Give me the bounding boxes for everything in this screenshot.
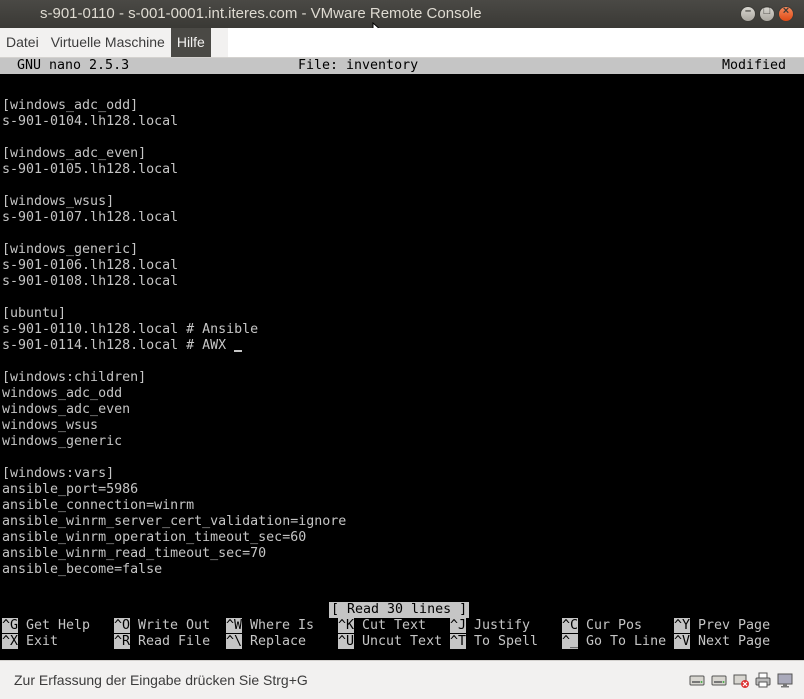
shortcut-label: To Spell <box>466 634 539 649</box>
printer-icon[interactable] <box>754 671 772 689</box>
shortcut-key: ^C <box>562 618 579 633</box>
editor-line: [windows_generic] <box>2 242 139 257</box>
shortcut-next-page: ^V Next Page <box>674 634 770 650</box>
editor-line: [windows:vars] <box>2 466 115 481</box>
shortcut-label: Cut Text <box>354 618 427 633</box>
editor-line: ansible_winrm_read_timeout_sec=70 <box>2 546 267 561</box>
shortcut-key: ^J <box>450 618 467 633</box>
editor-line: s-901-0114.lh128.local # AWX <box>2 338 243 354</box>
hard-disk-icon[interactable] <box>688 671 706 689</box>
device-icons <box>688 671 794 689</box>
shortcut-read-file: ^R Read File <box>114 634 210 650</box>
close-button[interactable]: × <box>778 5 794 22</box>
editor-line: s-901-0107.lh128.local <box>2 210 179 225</box>
shortcut-cur-pos: ^C Cur Pos <box>562 618 642 634</box>
shortcut-label: Uncut Text <box>354 634 443 649</box>
editor-line: ansible_winrm_operation_timeout_sec=60 <box>2 530 307 545</box>
editor-line: ansible_port=5986 <box>2 482 139 497</box>
text-cursor <box>234 350 243 352</box>
editor-line: s-901-0106.lh128.local <box>2 258 179 273</box>
shortcut-label: Get Help <box>18 618 91 633</box>
editor-line: [windows_wsus] <box>2 194 115 209</box>
shortcut-key: ^T <box>450 634 467 649</box>
close-icon: × <box>782 5 790 17</box>
menubar: Datei Virtuelle Maschine Hilfe <box>0 28 804 58</box>
menu-item-datei[interactable]: Datei <box>0 28 45 57</box>
shortcut-key: ^_ <box>562 634 579 649</box>
shortcut-label: Cur Pos <box>578 618 643 633</box>
shortcut-key: ^G <box>2 618 19 633</box>
shortcut-go-to-line: ^_ Go To Line <box>562 634 666 650</box>
window-titlebar[interactable]: s-901-0110 - s-001-0001.int.iteres.com -… <box>0 0 804 28</box>
nano-status-message: [ Read 30 lines ] <box>329 602 470 618</box>
shortcut-cut-text: ^K Cut Text <box>338 618 426 634</box>
editor-line: windows_wsus <box>2 418 99 433</box>
menubar-filler <box>228 28 804 57</box>
editor-line: [windows_adc_even] <box>2 146 147 161</box>
shortcut-label: Replace <box>242 634 307 649</box>
nano-version: GNU nano 2.5.3 <box>17 58 130 73</box>
editor-line: [windows_adc_odd] <box>2 98 139 113</box>
editor-line: [windows:children] <box>2 370 147 385</box>
vmrc-statusbar: Zur Erfassung der Eingabe drücken Sie St… <box>0 660 804 699</box>
shortcut-label: Justify <box>466 618 531 633</box>
editor-line: s-901-0104.lh128.local <box>2 114 179 129</box>
shortcut-label: Read File <box>130 634 211 649</box>
window-title: s-901-0110 - s-001-0001.int.iteres.com -… <box>40 5 482 22</box>
shortcut-key: ^W <box>226 618 243 633</box>
editor-line: windows_generic <box>2 434 123 449</box>
maximize-button[interactable]: □ <box>759 5 775 22</box>
shortcut-key: ^V <box>674 634 691 649</box>
shortcut-key: ^X <box>2 634 19 649</box>
shortcut-label: Where Is <box>242 618 315 633</box>
editor-line: windows_adc_odd <box>2 386 123 401</box>
shortcut-get-help: ^G Get Help <box>2 618 90 634</box>
shortcut-replace: ^\ Replace <box>226 634 306 650</box>
editor-line: ansible_winrm_server_cert_validation=ign… <box>2 514 347 529</box>
nano-filename: File: inventory <box>298 58 419 73</box>
shortcut-label: Go To Line <box>578 634 667 649</box>
shortcut-key: ^O <box>114 618 131 633</box>
minimize-button[interactable]: – <box>740 5 756 22</box>
editor-line: ansible_connection=winrm <box>2 498 195 513</box>
shortcut-key: ^R <box>114 634 131 649</box>
shortcut-label: Next Page <box>690 634 771 649</box>
editor-line: s-901-0110.lh128.local # Ansible <box>2 322 259 337</box>
menu-item-virtuelle-maschine[interactable]: Virtuelle Maschine <box>45 28 171 57</box>
shortcut-label: Prev Page <box>690 618 771 633</box>
shortcut-key: ^U <box>338 634 355 649</box>
grab-input-hint: Zur Erfassung der Eingabe drücken Sie St… <box>14 672 308 688</box>
editor-line: windows_adc_even <box>2 402 131 417</box>
nano-modified-flag: Modified <box>721 58 786 73</box>
menu-item-hilfe[interactable]: Hilfe <box>170 28 211 57</box>
console-screen[interactable]: GNU nano 2.5.3 File: inventory Modified … <box>0 58 804 660</box>
nano-header: GNU nano 2.5.3 File: inventory Modified <box>0 58 804 74</box>
menu: Datei Virtuelle Maschine Hilfe <box>0 28 211 57</box>
shortcut-where-is: ^W Where Is <box>226 618 314 634</box>
shortcut-exit: ^X Exit <box>2 634 58 650</box>
minimize-icon: – <box>744 5 752 17</box>
monitor-icon[interactable] <box>776 671 794 689</box>
shortcut-justify: ^J Justify <box>450 618 530 634</box>
editor-line: s-901-0105.lh128.local <box>2 162 179 177</box>
shortcut-uncut-text: ^U Uncut Text <box>338 634 442 650</box>
shortcut-key: ^Y <box>674 618 691 633</box>
shortcut-prev-page: ^Y Prev Page <box>674 618 770 634</box>
shortcut-key: ^K <box>338 618 355 633</box>
shortcut-label: Exit <box>18 634 59 649</box>
shortcut-to-spell: ^T To Spell <box>450 634 538 650</box>
editor-line: ansible_become=false <box>2 562 163 577</box>
editor-line: s-901-0108.lh128.local <box>2 274 179 289</box>
shortcut-key: ^\ <box>226 634 243 649</box>
shortcut-label: Write Out <box>130 618 211 633</box>
editor-line: [ubuntu] <box>2 306 67 321</box>
network-disconnected-icon[interactable] <box>732 671 750 689</box>
maximize-icon: □ <box>763 5 771 17</box>
window-controls: – □ × <box>740 5 794 22</box>
shortcut-write-out: ^O Write Out <box>114 618 210 634</box>
hard-disk-icon[interactable] <box>710 671 728 689</box>
